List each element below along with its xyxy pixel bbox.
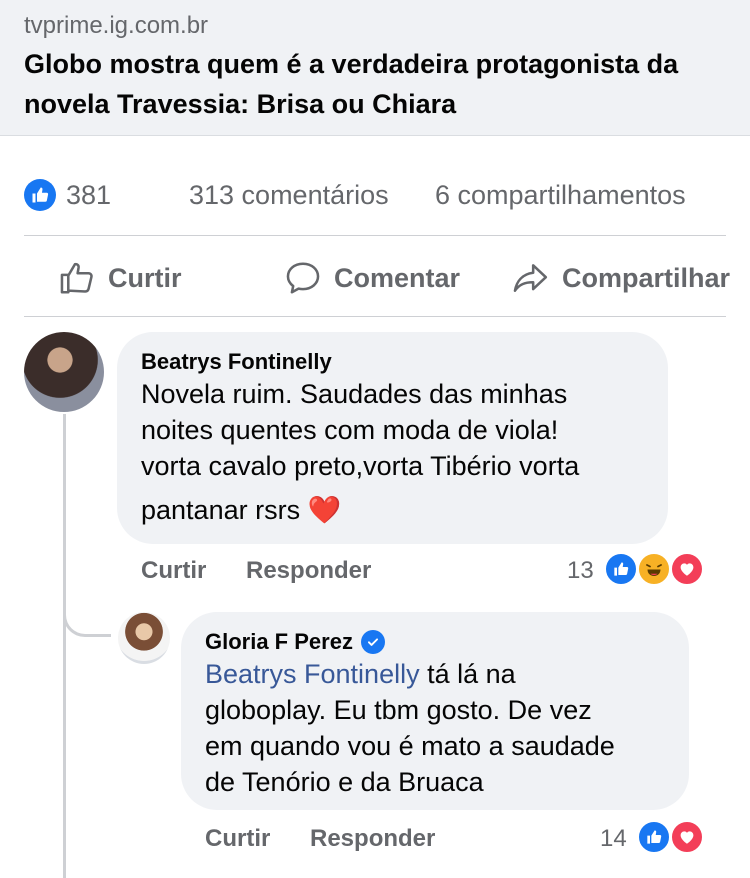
like-reaction-icon[interactable] xyxy=(24,179,56,211)
post-actions: Curtir Comentar Compartilhar xyxy=(0,250,750,306)
post-stats: 381 313 comentários 6 compartilhamentos xyxy=(0,176,750,220)
reply-author-row: Gloria F Perez xyxy=(205,629,385,655)
comment-reply-link[interactable]: Responder xyxy=(246,557,371,585)
comment-line: noites quentes com moda de viola! xyxy=(141,415,559,445)
stats-divider xyxy=(24,235,726,236)
comment-button[interactable]: Comentar xyxy=(284,250,460,306)
thumbs-up-icon xyxy=(60,262,93,294)
thread-line xyxy=(63,414,66,878)
verified-badge-icon xyxy=(360,630,385,654)
comments-count[interactable]: 313 comentários xyxy=(189,180,389,211)
reply-line: globoplay. Eu tbm gosto. De vez xyxy=(205,695,592,725)
comment-bubble: Beatrys Fontinelly Novela ruim. Saudades… xyxy=(117,332,668,544)
reply-reply-link[interactable]: Responder xyxy=(310,825,435,853)
shares-count[interactable]: 6 compartilhamentos xyxy=(435,180,686,211)
comment-author[interactable]: Beatrys Fontinelly xyxy=(141,349,332,375)
share-arrow-icon xyxy=(513,264,548,292)
love-reaction-icon xyxy=(670,552,704,586)
like-reaction-icon xyxy=(637,820,671,854)
comment-button-label: Comentar xyxy=(334,262,461,293)
reply-avatar[interactable] xyxy=(118,612,170,664)
reply-bubble: Gloria F Perez Beatrys Fontinelly tá lá … xyxy=(181,612,689,810)
actions-divider xyxy=(24,316,726,317)
share-button-label: Compartilhar xyxy=(562,262,731,293)
comment-like-link[interactable]: Curtir xyxy=(141,557,206,585)
like-button-label: Curtir xyxy=(108,262,182,293)
commenter-avatar[interactable] xyxy=(24,332,104,412)
reply-line: em quando vou é mato a saudade xyxy=(205,731,615,761)
reply-line: de Tenório e da Bruaca xyxy=(205,767,484,797)
reply-reaction-count[interactable]: 14 xyxy=(600,825,627,853)
reply-line-rest: tá lá na xyxy=(419,659,516,689)
comment-line: pantanar rsrs ❤️ xyxy=(141,495,342,525)
reply-author[interactable]: Gloria F Perez xyxy=(205,629,353,655)
reply-line: Beatrys Fontinelly tá lá na xyxy=(205,656,615,692)
comment-line: Novela ruim. Saudades das minhas xyxy=(141,379,568,409)
link-domain: tvprime.ig.com.br xyxy=(24,12,209,39)
reply-text: Beatrys Fontinelly tá lá na globoplay. E… xyxy=(205,656,615,800)
like-count[interactable]: 381 xyxy=(66,180,111,211)
like-button[interactable]: Curtir xyxy=(58,250,182,306)
link-preview-card[interactable]: tvprime.ig.com.br Globo mostra quem é a … xyxy=(0,0,750,136)
mention-link[interactable]: Beatrys Fontinelly xyxy=(205,659,420,689)
share-button[interactable]: Compartilhar xyxy=(510,250,730,306)
comment-text: Novela ruim. Saudades das minhas noites … xyxy=(141,376,579,528)
link-title: Globo mostra quem é a verdadeira protago… xyxy=(24,49,679,119)
like-reaction-icon xyxy=(604,552,638,586)
comment-line: vorta cavalo preto,vorta Tibério vorta xyxy=(141,451,580,481)
comment-reaction-count[interactable]: 13 xyxy=(567,557,594,585)
reply-like-link[interactable]: Curtir xyxy=(205,825,270,853)
haha-reaction-icon xyxy=(637,552,671,586)
love-reaction-icon xyxy=(670,820,704,854)
thread-branch xyxy=(63,590,111,637)
comment-icon xyxy=(286,262,320,294)
